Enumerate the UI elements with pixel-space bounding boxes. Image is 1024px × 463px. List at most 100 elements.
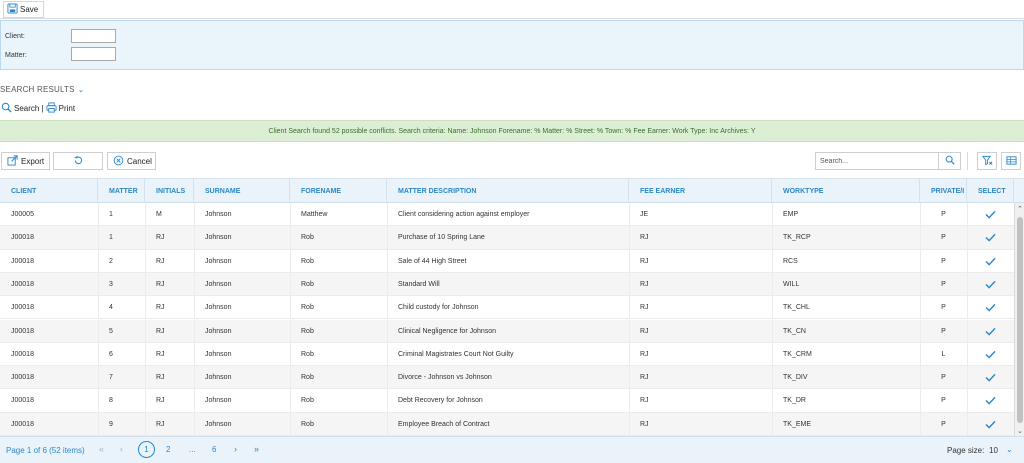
cell-forename: Matthew — [301, 211, 328, 218]
cell-fee-earner: RJ — [640, 304, 649, 312]
matter-field[interactable] — [71, 47, 116, 61]
table-row[interactable]: J00018 4 RJ Johnson Rob Child custody for Joh… — [0, 296, 1014, 320]
table-row[interactable]: J00018 1 RJ Johnson Rob Purchase of 10 Spring… — [0, 226, 1014, 250]
cell-matter-description: Standard Will — [398, 280, 440, 288]
page-6-button[interactable]: 6 — [212, 445, 216, 454]
table-row[interactable]: J00018 3 RJ Johnson Rob Standard Will RJ WILL P — [0, 272, 1014, 297]
cell-initials: RJ — [156, 397, 165, 405]
cell-worktype: TK_RCP — [783, 234, 811, 242]
column-header-matter-description[interactable]: MATTER DESCRIPTION — [387, 179, 629, 203]
cell-worktype: TK_CN — [783, 327, 806, 335]
column-chooser-button[interactable] — [1001, 152, 1021, 170]
cell-matter-description: Criminal Magistrates Court Not Guilty — [398, 350, 514, 358]
table-row[interactable]: J00018 6 RJ Johnson Rob Criminal Magistrates … — [0, 342, 1014, 367]
select-check-icon[interactable] — [967, 226, 1014, 249]
cell-fee-earner: RJ — [640, 234, 649, 242]
table-row[interactable]: J00018 7 RJ Johnson Rob Divorce - Johnson vs … — [0, 366, 1014, 390]
refresh-button[interactable] — [53, 152, 103, 170]
cell-matter: 9 — [109, 420, 113, 428]
column-header-fee-earner[interactable]: FEE EARNER — [629, 179, 772, 203]
table-row[interactable]: J00005 1 M Johnson Matthew Client considering… — [0, 203, 1014, 227]
select-check-icon[interactable] — [967, 250, 1014, 273]
table-row[interactable]: J00018 9 RJ Johnson Rob Employee Breach of Co… — [0, 412, 1014, 436]
cell-matter: 6 — [109, 350, 113, 358]
search-results-header[interactable]: SEARCH RESULTS ⌄ — [0, 85, 85, 94]
select-check-icon[interactable] — [967, 203, 1014, 226]
column-header-private[interactable]: PRIVATE/I — [920, 179, 967, 203]
cell-forename: Rob — [301, 234, 314, 242]
cell-matter: 5 — [109, 327, 113, 335]
prev-page-button[interactable]: ‹ — [120, 444, 123, 454]
pager-info: Page 1 of 6 (52 items) — [6, 446, 85, 455]
cell-surname: Johnson — [205, 211, 232, 218]
cell-client: J00018 — [11, 304, 34, 312]
column-header-client[interactable]: CLIENT — [0, 179, 98, 203]
select-check-icon[interactable] — [967, 343, 1014, 366]
table-row[interactable]: J00018 5 RJ Johnson Rob Clinical Negligence f… — [0, 319, 1014, 343]
column-header-surname[interactable]: SURNAME — [194, 179, 290, 203]
print-link[interactable]: Print — [59, 104, 75, 113]
grid-search-button[interactable] — [938, 153, 960, 169]
cell-matter: 1 — [109, 234, 113, 242]
cell-matter-description: Purchase of 10 Spring Lane — [398, 234, 485, 242]
cell-surname: Johnson — [205, 280, 232, 288]
select-check-icon[interactable] — [967, 320, 1014, 343]
cell-fee-earner: JE — [640, 211, 649, 218]
cell-worktype: TK_DR — [783, 397, 806, 405]
cancel-button[interactable]: Cancel — [107, 152, 156, 170]
search-results-title: SEARCH RESULTS — [0, 85, 75, 94]
select-check-icon[interactable] — [967, 296, 1014, 319]
column-header-matter[interactable]: MATTER — [98, 179, 145, 203]
cell-forename: Rob — [301, 327, 314, 335]
cell-fee-earner: RJ — [640, 280, 649, 288]
clear-filter-button[interactable] — [977, 152, 997, 170]
next-page-button[interactable]: › — [234, 444, 237, 454]
search-icon — [945, 155, 955, 167]
export-button[interactable]: Export — [1, 152, 50, 170]
cell-initials: RJ — [156, 257, 165, 265]
cell-client: J00018 — [11, 397, 34, 405]
table-row[interactable]: J00018 2 RJ Johnson Rob Sale of 44 High Stree… — [0, 249, 1014, 273]
page-2-button[interactable]: 2 — [166, 445, 170, 454]
cell-initials: RJ — [156, 234, 165, 242]
cell-surname: Johnson — [205, 304, 232, 312]
last-page-button[interactable]: » — [254, 444, 259, 454]
page-size-label: Page size: — [947, 446, 985, 455]
first-page-button[interactable]: « — [99, 444, 104, 454]
column-header-worktype[interactable]: WORKTYPE — [772, 179, 920, 203]
column-header-initials[interactable]: INITIALS — [145, 179, 194, 203]
filter-clear-icon — [981, 155, 993, 168]
scroll-up-icon[interactable]: ⌃ — [1015, 203, 1024, 215]
table-row[interactable]: J00018 8 RJ Johnson Rob Debt Recovery for Joh… — [0, 389, 1014, 413]
cell-fee-earner: RJ — [640, 327, 649, 335]
grid-search-box — [815, 152, 961, 170]
cell-initials: RJ — [156, 374, 165, 382]
client-field[interactable] — [71, 29, 116, 43]
cell-forename: Rob — [301, 304, 314, 312]
column-header-forename[interactable]: FORENAME — [290, 179, 387, 203]
grid-search-input[interactable] — [816, 153, 939, 169]
select-check-icon[interactable] — [967, 273, 1014, 296]
grid-scrollbar[interactable]: ⌃ ⌄ — [1014, 203, 1024, 437]
cell-forename: Rob — [301, 420, 314, 428]
select-check-icon[interactable] — [967, 413, 1014, 436]
cell-client: J00018 — [11, 280, 34, 288]
cell-surname: Johnson — [205, 420, 232, 428]
select-check-icon[interactable] — [967, 366, 1014, 389]
select-check-icon[interactable] — [967, 389, 1014, 412]
search-link[interactable]: Search | — [14, 104, 44, 113]
grid-rows: J00005 1 M Johnson Matthew Client considering… — [0, 203, 1014, 437]
cell-private: P — [941, 420, 946, 428]
cell-fee-earner: RJ — [640, 397, 649, 405]
current-page[interactable]: 1 — [138, 441, 155, 458]
cell-surname: Johnson — [205, 234, 232, 242]
page-size-select[interactable]: 10 — [989, 446, 998, 455]
scrollbar-thumb[interactable] — [1017, 217, 1023, 423]
chevron-down-icon[interactable]: ⌄ — [1006, 445, 1013, 454]
columns-icon — [1005, 155, 1017, 168]
cell-worktype: TK_DIV — [783, 374, 808, 382]
export-label: Export — [21, 156, 45, 166]
cancel-icon — [113, 155, 124, 168]
save-button[interactable]: Save — [3, 1, 45, 18]
column-header-select[interactable]: SELECT — [967, 179, 1014, 203]
